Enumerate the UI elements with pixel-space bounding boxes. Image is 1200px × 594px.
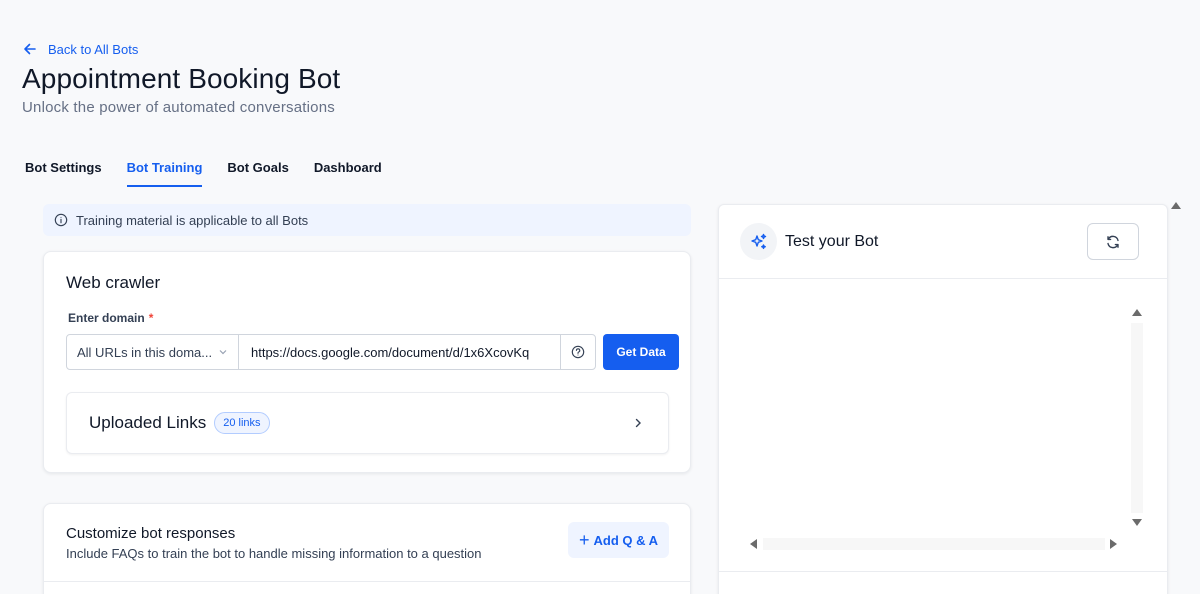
customize-responses-card: Customize bot responses Include FAQs to … [43,503,691,594]
divider [719,571,1167,572]
tab-bot-settings[interactable]: Bot Settings [25,160,102,187]
training-notice: Training material is applicable to all B… [43,204,691,236]
tab-bot-goals[interactable]: Bot Goals [227,160,288,187]
required-mark: * [148,311,154,325]
add-qa-label: Add Q & A [593,532,659,548]
web-crawler-card: Web crawler Enter domain * All URLs in th… [43,251,691,473]
get-data-button[interactable]: Get Data [603,334,679,370]
domain-label: Enter domain * [68,311,153,325]
web-crawler-title: Web crawler [66,273,161,292]
test-bot-panel: Test your Bot [718,204,1168,594]
tab-bot-training[interactable]: Bot Training [126,160,203,187]
tab-dashboard[interactable]: Dashboard [314,160,382,187]
refresh-icon [1107,235,1119,248]
info-icon [54,213,68,227]
url-scope-value: All URLs in this doma... [77,344,213,360]
divider [44,581,690,582]
domain-url-input[interactable]: https://docs.google.com/document/d/1x6Xc… [239,335,560,369]
scroll-right-arrow-icon[interactable] [1109,538,1119,550]
page-scroll-up-arrow-icon[interactable] [1170,200,1182,210]
help-circle-icon [571,345,585,359]
uploaded-links-title: Uploaded Links [89,413,207,432]
url-scope-select[interactable]: All URLs in this doma... [67,335,239,369]
test-bot-title: Test your Bot [785,233,879,250]
test-bot-header: Test your Bot [719,205,1167,279]
scroll-up-arrow-icon[interactable] [1131,307,1143,317]
notice-text: Training material is applicable to all B… [76,212,309,228]
page-header: Back to All Bots Appointment Booking Bot… [0,0,1200,195]
plus-icon: + [578,530,590,550]
tab-bar: Bot Settings Bot Training Bot Goals Dash… [25,160,407,187]
refresh-button[interactable] [1087,223,1139,260]
links-count-badge: 20 links [214,412,270,434]
add-qa-button[interactable]: + Add Q & A [568,522,669,558]
domain-input-group: All URLs in this doma... https://docs.go… [66,334,596,370]
horizontal-scrollbar-track[interactable] [763,538,1105,550]
help-button[interactable] [560,335,595,369]
scroll-down-arrow-icon[interactable] [1131,518,1143,528]
customize-title: Customize bot responses [66,525,236,542]
sparkle-icon [750,233,766,249]
back-link-label: Back to All Bots [48,41,139,57]
chevron-right-icon [635,418,641,428]
uploaded-links-row[interactable]: Uploaded Links 20 links [66,392,669,454]
arrow-left-icon [24,43,36,55]
customize-description: Include FAQs to train the bot to handle … [66,546,482,561]
back-link[interactable]: Back to All Bots [22,41,138,57]
scroll-left-arrow-icon[interactable] [748,538,758,550]
page-subtitle: Unlock the power of automated conversati… [22,99,335,116]
domain-label-text: Enter domain [68,311,145,325]
vertical-scrollbar-track[interactable] [1131,323,1143,513]
chevron-down-icon [219,350,227,355]
page-title: Appointment Booking Bot [22,63,341,94]
sparkle-avatar [740,223,777,260]
